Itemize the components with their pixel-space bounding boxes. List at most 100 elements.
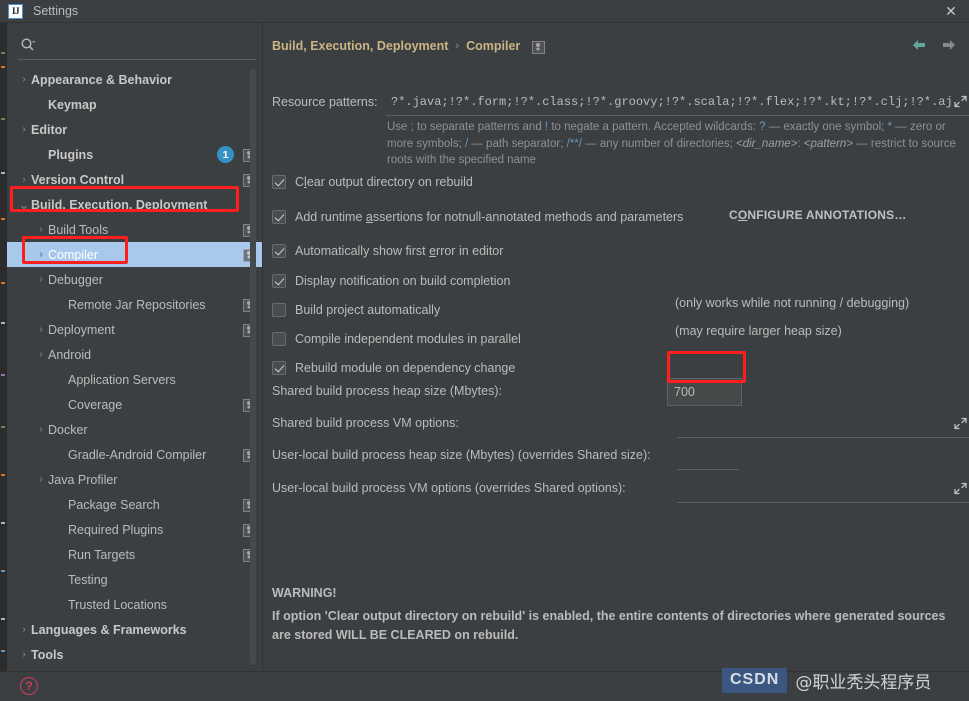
checkbox-compile-independent-modules-in[interactable]: Compile independent modules in parallel <box>272 330 521 348</box>
resource-patterns-underline <box>386 115 969 116</box>
sidebar-scrollbar[interactable] <box>250 69 256 665</box>
chevron-right-icon[interactable]: › <box>34 224 48 235</box>
sidebar-item-gradle-android-compiler[interactable]: Gradle-Android Compiler <box>7 442 262 467</box>
checkbox-rebuild-module-on-dependency[interactable]: Rebuild module on dependency change <box>272 359 515 377</box>
sidebar-item-coverage[interactable]: Coverage <box>7 392 262 417</box>
sidebar-item-appearance-behavior[interactable]: › Appearance & Behavior <box>7 67 262 92</box>
checkbox-checked-icon[interactable] <box>272 175 286 189</box>
search-input[interactable] <box>40 33 252 55</box>
chevron-right-icon[interactable]: › <box>34 349 48 360</box>
sidebar-item-docker[interactable]: › Docker <box>7 417 262 442</box>
label-pre: Display notification on build completion <box>295 274 511 288</box>
sidebar-item-label: Gradle-Android Compiler <box>68 447 207 462</box>
configure-annotations-button[interactable]: CONFIGURE ANNOTATIONS… <box>729 208 907 222</box>
checkbox-checked-icon[interactable] <box>272 210 286 224</box>
chevron-right-icon[interactable]: › <box>34 424 48 435</box>
checkbox-build-project-automatically[interactable]: Build project automatically <box>272 301 440 319</box>
sidebar-item-required-plugins[interactable]: Required Plugins <box>7 517 262 542</box>
sidebar-item-compiler[interactable]: › Compiler <box>7 242 262 267</box>
sidebar-item-application-servers[interactable]: Application Servers <box>7 367 262 392</box>
hint-t3: to negate a pattern. Accepted wildcards: <box>548 121 760 133</box>
checkbox-checked-icon[interactable] <box>272 361 286 375</box>
sidebar-item-label: Run Targets <box>68 547 136 562</box>
checkbox-automatically-show-first-error[interactable]: Automatically show first error in editor <box>272 242 503 260</box>
checkbox-checked-icon[interactable] <box>272 244 286 258</box>
help-icon[interactable]: ? <box>20 677 38 695</box>
checkbox-display-notification-on-build[interactable]: Display notification on build completion <box>272 272 510 290</box>
chevron-right-icon[interactable]: › <box>17 624 31 635</box>
checkbox-clear-output-directory-on[interactable]: Clear output directory on rebuild <box>272 173 473 191</box>
sidebar-item-label: Application Servers <box>68 372 176 387</box>
sidebar-item-label: Coverage <box>68 397 123 412</box>
checkbox-unchecked-icon[interactable] <box>272 303 286 317</box>
sidebar-item-editor[interactable]: › Editor <box>7 117 262 142</box>
sidebar-item-package-search[interactable]: Package Search <box>7 492 262 517</box>
forward-arrow-icon[interactable] <box>941 37 957 53</box>
label-pre: Build project automatically <box>295 303 441 317</box>
chevron-right-icon[interactable]: › <box>17 174 31 185</box>
search-field-wrapper[interactable] <box>10 31 257 60</box>
sidebar-item-label: Remote Jar Repositories <box>68 297 206 312</box>
sidebar-item-trusted-locations[interactable]: Trusted Locations <box>7 592 262 617</box>
hint-t4: — exactly one symbol; <box>765 121 888 133</box>
sidebar-item-label: Android <box>48 347 92 362</box>
sidebar-item-tools[interactable]: › Tools <box>7 642 262 667</box>
checkbox-checked-icon[interactable] <box>272 274 286 288</box>
resource-patterns-label: Resource patterns: <box>272 95 378 109</box>
sidebar-item-keymap[interactable]: Keymap <box>7 92 262 117</box>
label-pre: Add runtime <box>295 210 366 224</box>
close-icon[interactable]: ✕ <box>943 3 959 19</box>
resource-patterns-input[interactable] <box>391 93 951 111</box>
sidebar-item-android[interactable]: › Android <box>7 342 262 367</box>
intellij-logo-icon: IJ <box>8 3 23 19</box>
expand-icon[interactable] <box>954 95 967 108</box>
sidebar-item-debugger[interactable]: › Debugger <box>7 267 262 292</box>
search-icon <box>20 37 36 53</box>
sidebar-item-deployment[interactable]: › Deployment <box>7 317 262 342</box>
sidebar-item-label: Java Profiler <box>48 472 118 487</box>
expand-icon[interactable] <box>954 417 967 430</box>
sidebar-item-build-execution-deployment[interactable]: ⌄ Build, Execution, Deployment <box>7 192 262 217</box>
hint-i2: <pattern> <box>803 137 854 150</box>
shared-heap-size-input[interactable] <box>667 378 742 406</box>
chevron-down-icon[interactable]: ⌄ <box>17 198 31 211</box>
chevron-right-icon[interactable]: › <box>34 324 48 335</box>
sidebar-item-run-targets[interactable]: Run Targets <box>7 542 262 567</box>
chevron-right-icon[interactable]: › <box>34 274 48 285</box>
field-underline <box>677 469 739 470</box>
plugins-update-count-badge: 1 <box>217 146 234 163</box>
project-scope-icon <box>532 40 546 54</box>
ide-background-sliver <box>0 22 7 701</box>
field-input[interactable] <box>677 418 947 436</box>
breadcrumb-parent[interactable]: Build, Execution, Deployment <box>272 39 448 53</box>
label-pre: Automatically show first <box>295 244 430 258</box>
chevron-right-icon[interactable]: › <box>17 124 31 135</box>
chevron-right-icon[interactable]: › <box>34 474 48 485</box>
checkbox-add-runtime-assertions-for[interactable]: Add runtime assertions for notnull-annot… <box>272 208 683 226</box>
sidebar-item-java-profiler[interactable]: › Java Profiler <box>7 467 262 492</box>
sidebar-item-build-tools[interactable]: › Build Tools <box>7 217 262 242</box>
sidebar-item-label: Plugins <box>48 147 94 162</box>
sidebar-item-version-control[interactable]: › Version Control <box>7 167 262 192</box>
checkbox-unchecked-icon[interactable] <box>272 332 286 346</box>
compiler-settings-panel: Build, Execution, Deployment › Compiler … <box>263 23 969 671</box>
csdn-username: @职业秃头程序员 <box>795 673 932 693</box>
field-input[interactable] <box>677 450 737 468</box>
chevron-right-icon[interactable]: › <box>17 649 31 660</box>
field-input[interactable] <box>677 483 947 501</box>
settings-dialog: IJ Settings ✕ › Appearance & Behavior Keym… <box>0 0 969 701</box>
sidebar-item-languages-frameworks[interactable]: › Languages & Frameworks <box>7 617 262 642</box>
field-underline <box>677 502 969 503</box>
sidebar-item-label: Build, Execution, Deployment <box>31 197 208 212</box>
sidebar-item-remote-jar-repositories[interactable]: Remote Jar Repositories <box>7 292 262 317</box>
back-arrow-icon[interactable] <box>911 37 927 53</box>
hint-t7: — any number of directories; <box>581 137 737 150</box>
sidebar-item-testing[interactable]: Testing <box>7 567 262 592</box>
hint-i1: <dir_name> <box>736 137 798 150</box>
field-label-shared-build-process-vm: Shared build process VM options: <box>272 416 459 430</box>
sidebar-item-plugins[interactable]: Plugins 1 <box>7 142 262 167</box>
chevron-right-icon[interactable]: › <box>17 74 31 85</box>
checkbox-label: Rebuild module on dependency change <box>295 361 515 375</box>
chevron-right-icon[interactable]: › <box>34 249 48 260</box>
expand-icon[interactable] <box>954 482 967 495</box>
